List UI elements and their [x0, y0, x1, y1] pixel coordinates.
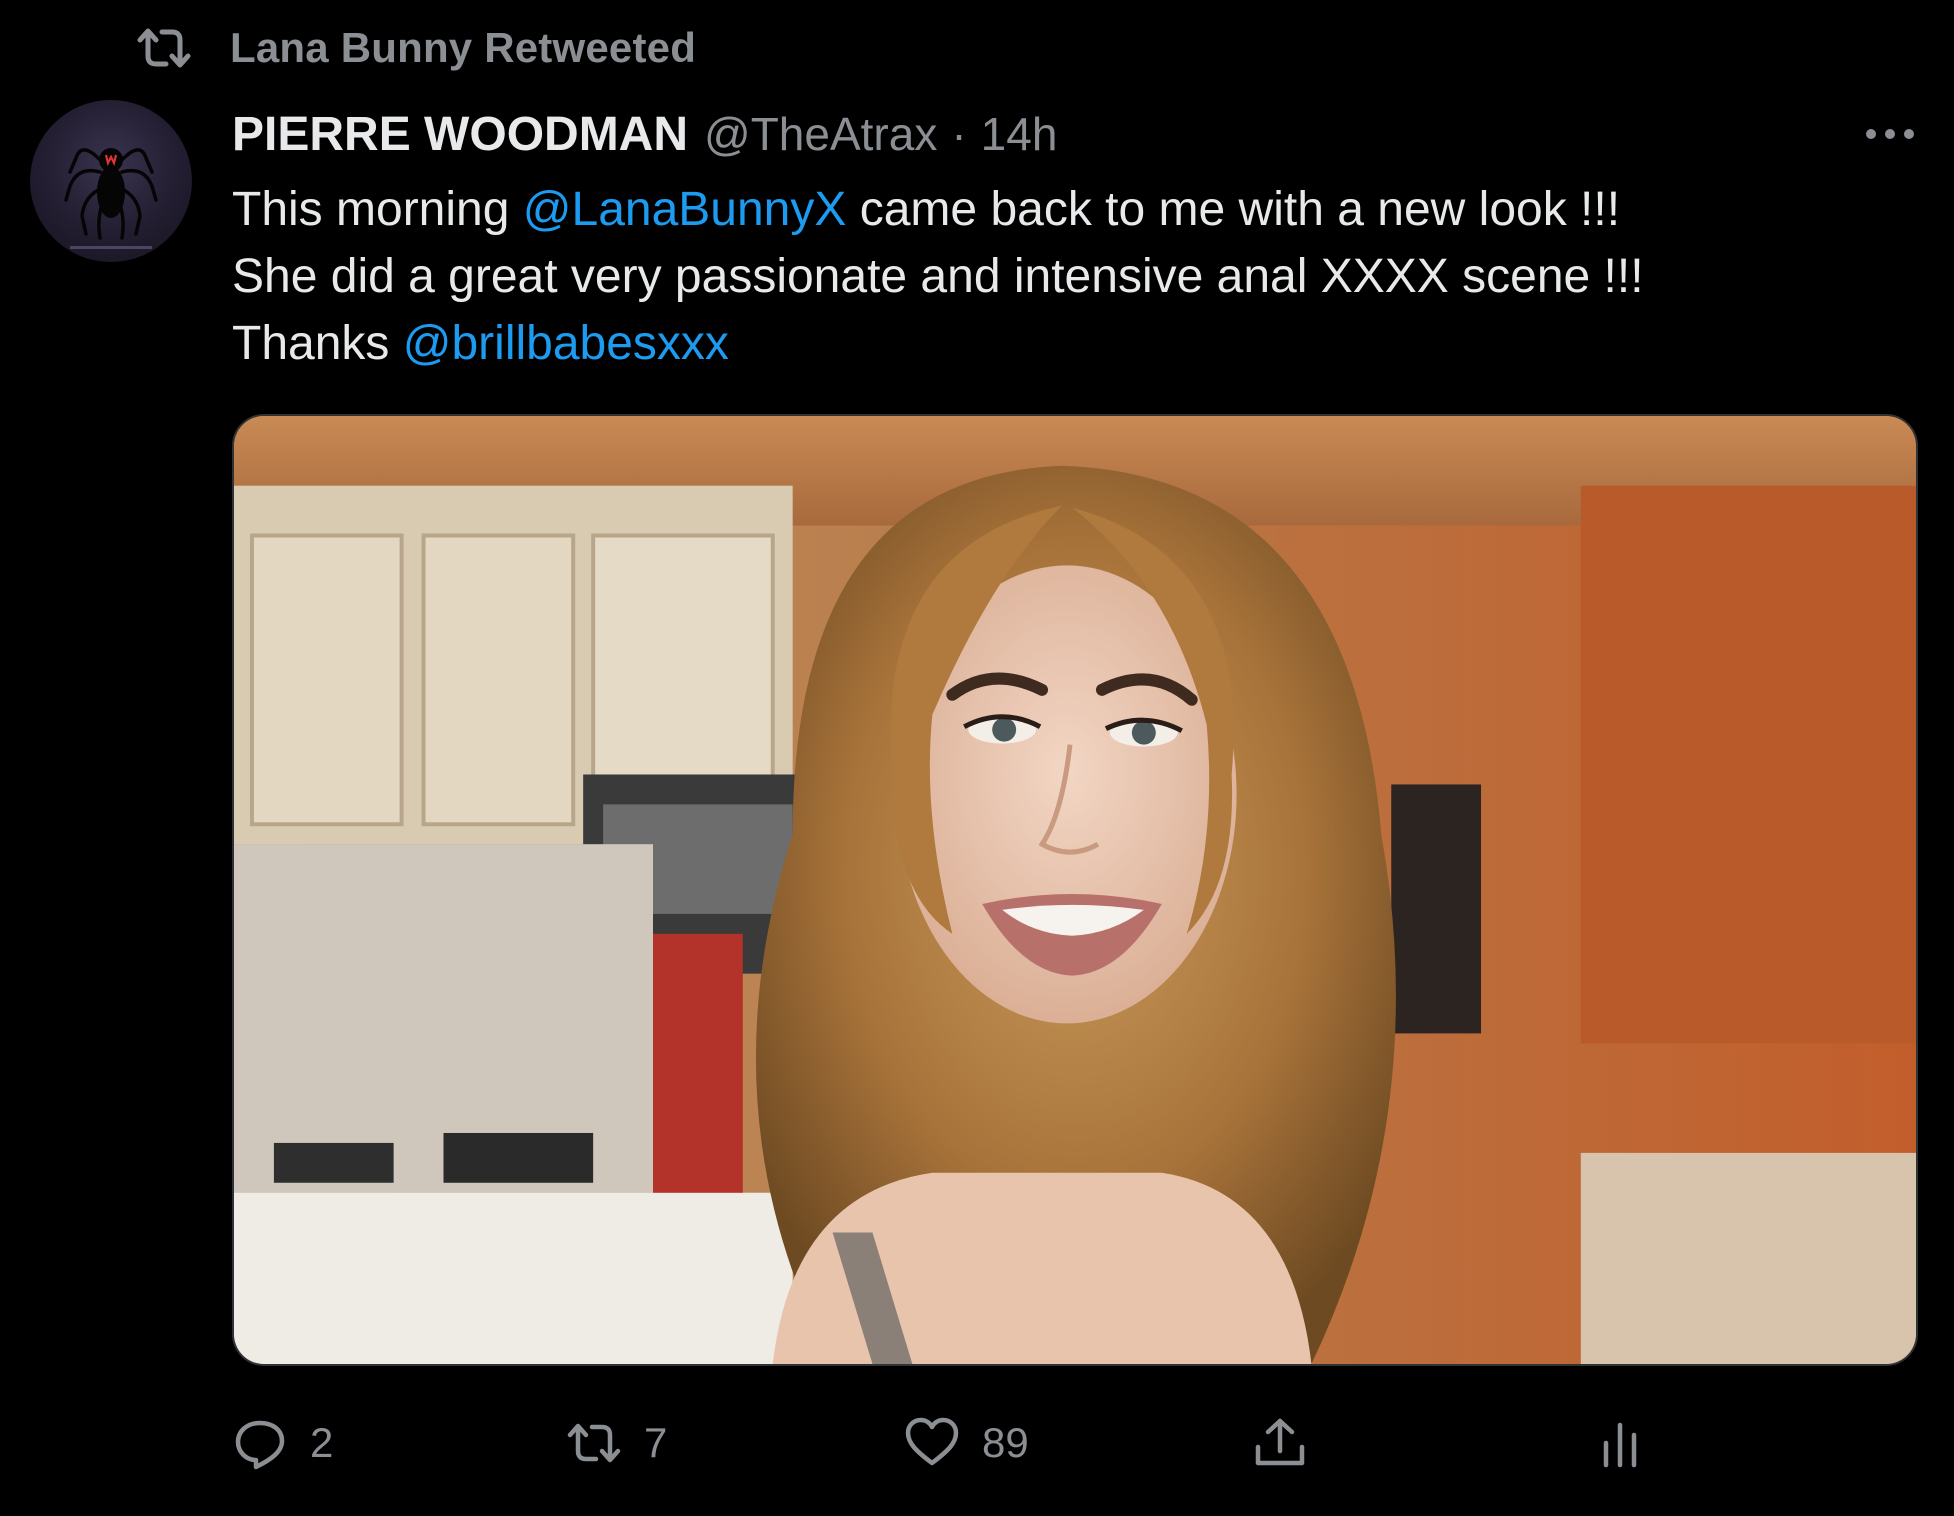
like-button[interactable]: 89	[904, 1408, 1029, 1478]
spider-logo	[64, 148, 158, 249]
tweet-action-bar: 2 7 89	[232, 1408, 1922, 1478]
tweet[interactable]: Lana Bunny Retweeted PIERRE WOODMAN @The…	[0, 0, 1954, 1516]
author-handle[interactable]: @TheAtrax	[704, 107, 937, 161]
more-dot-icon	[1885, 129, 1895, 139]
tweet-text-line: She did a great very passionate and inte…	[232, 250, 1644, 303]
more-options-button[interactable]	[1850, 112, 1930, 156]
share-icon	[1255, 1418, 1305, 1466]
tweet-text-line: This morning @LanaBunnyX came back to me…	[232, 176, 1912, 243]
mention-link[interactable]: @LanaBunnyX	[523, 183, 847, 236]
retweet-count: 7	[644, 1419, 668, 1466]
retweet-button[interactable]: 7	[566, 1408, 667, 1478]
reply-button[interactable]: 2	[232, 1408, 333, 1478]
analytics-icon	[1603, 1422, 1637, 1468]
analytics-button[interactable]	[1592, 1408, 1648, 1478]
retweet-context[interactable]: Lana Bunny Retweeted	[136, 22, 696, 74]
mention-link[interactable]: @brillbabesxxx	[403, 317, 729, 370]
tweet-photo[interactable]	[232, 414, 1918, 1366]
retweet-icon	[137, 28, 191, 68]
author-display-name[interactable]: PIERRE WOODMAN	[232, 107, 688, 162]
avatar[interactable]	[30, 100, 192, 262]
heart-icon	[905, 1417, 959, 1466]
retweet-context-label: Lana Bunny Retweeted	[230, 24, 697, 71]
photo-image	[234, 416, 1916, 1364]
share-button[interactable]	[1252, 1408, 1308, 1478]
tweet-text-segment: This morning	[232, 183, 523, 236]
tweet-header: PIERRE WOODMAN @TheAtrax · 14h	[232, 104, 1057, 164]
tweet-text-line: Thanks @brillbabesxxx	[232, 310, 1912, 377]
more-dot-icon	[1904, 129, 1914, 139]
more-dot-icon	[1866, 129, 1876, 139]
reply-icon	[235, 1420, 285, 1470]
tweet-text: This morning @LanaBunnyX came back to me…	[232, 176, 1912, 377]
tweet-timestamp[interactable]: 14h	[981, 107, 1058, 161]
header-separator: ·	[951, 108, 967, 160]
tweet-text-segment: Thanks	[232, 317, 403, 370]
reply-count: 2	[310, 1419, 334, 1466]
tweet-text-segment: came back to me with a new look !!!	[846, 183, 1621, 236]
retweet-icon	[567, 1423, 621, 1463]
like-count: 89	[982, 1419, 1029, 1466]
